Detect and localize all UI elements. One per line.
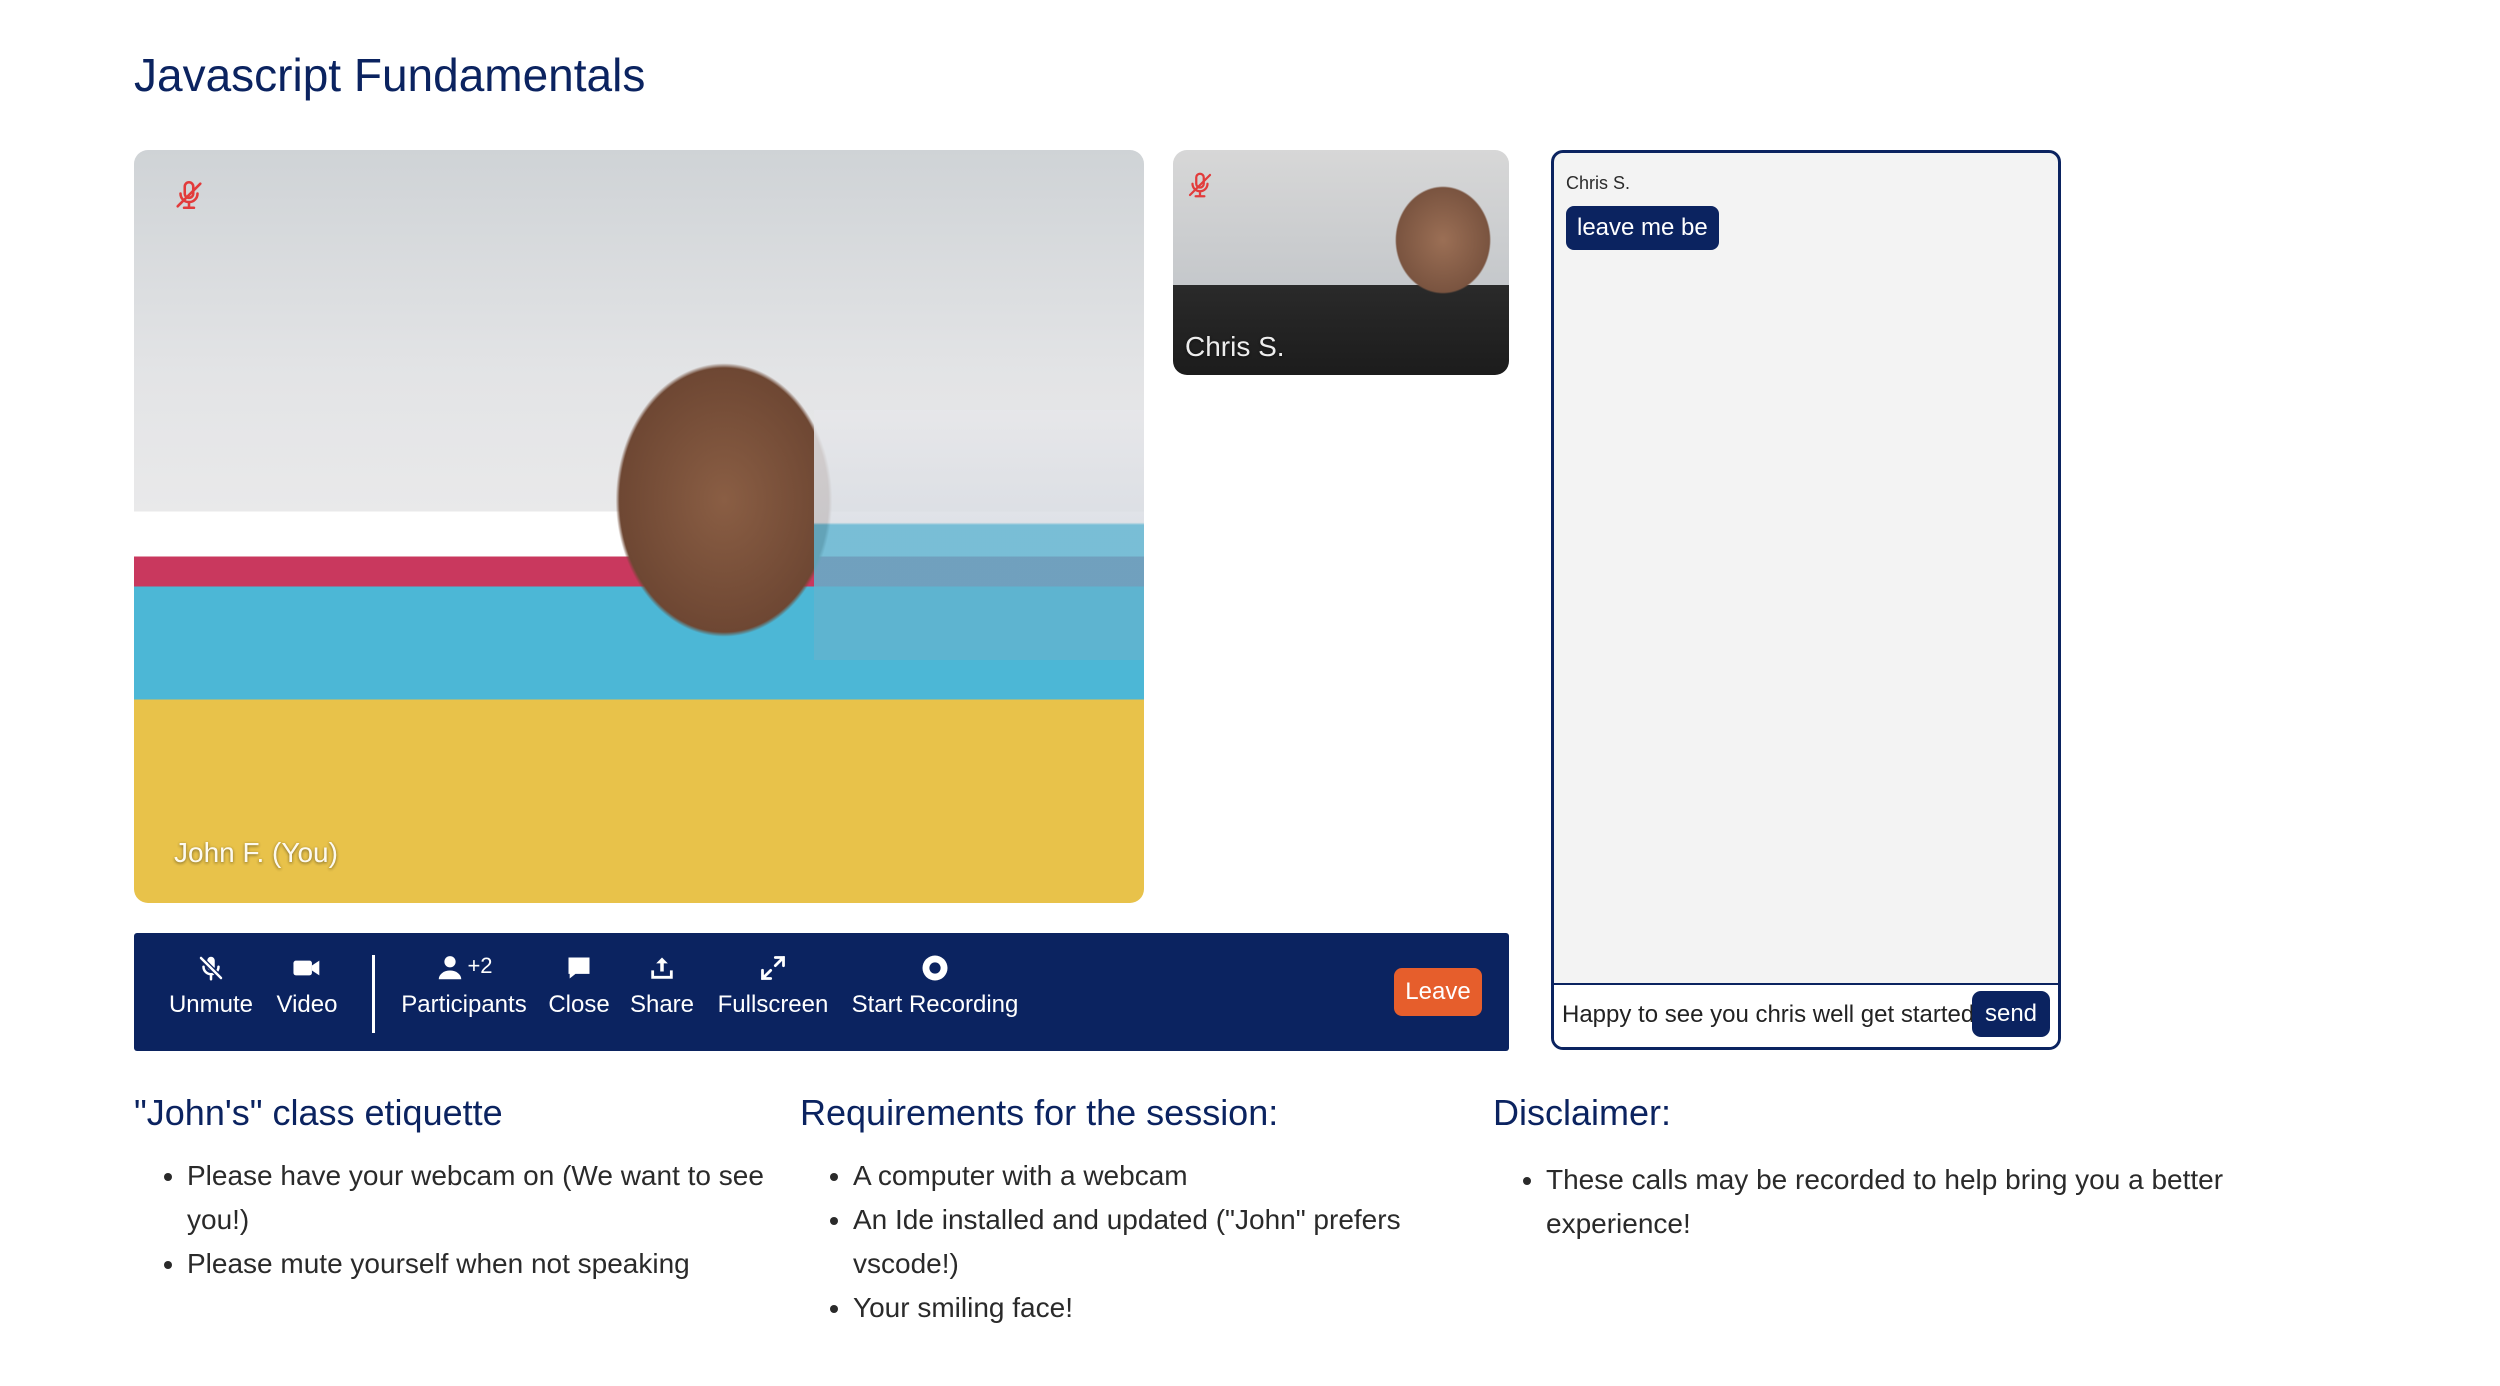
chat-message-bubble: leave me be xyxy=(1566,206,1719,250)
close-label: Close xyxy=(548,991,610,1018)
toolbar-divider xyxy=(372,955,375,1033)
etiquette-list: Please have your webcam on (We want to s… xyxy=(134,1154,794,1286)
chat-panel: Chris S. leave me be Happy to see you ch… xyxy=(1551,150,2061,1050)
main-video-tile: John F. (You) xyxy=(134,150,1144,903)
main-video-label: John F. (You) xyxy=(174,837,338,868)
share-label: Share xyxy=(629,991,695,1018)
mic-muted-icon xyxy=(176,180,202,210)
expand-icon xyxy=(761,956,785,980)
start-recording-label: Start Recording xyxy=(851,991,1019,1018)
disclaimer-section: Disclaimer: These calls may be recorded … xyxy=(1493,1092,2313,1246)
etiquette-heading: "John's" class etiquette xyxy=(134,1092,503,1133)
video-label: Video xyxy=(276,991,338,1018)
list-item: Please have your webcam on (We want to s… xyxy=(187,1154,794,1242)
participants-button[interactable]: +2 Participants xyxy=(396,953,532,1019)
participant-video-tile: Chris S. xyxy=(1173,150,1509,375)
start-recording-button[interactable]: Start Recording xyxy=(848,953,1022,1019)
requirements-section: Requirements for the session: A computer… xyxy=(800,1092,1460,1330)
participants-count: +2 xyxy=(467,953,493,978)
participants-icon xyxy=(439,956,462,980)
video-button[interactable]: Video xyxy=(271,953,343,1019)
list-item: Please mute yourself when not speaking xyxy=(187,1242,794,1286)
share-upload-icon xyxy=(651,957,673,979)
fullscreen-button[interactable]: Fullscreen xyxy=(714,953,832,1019)
meeting-toolbar: Unmute Video +2 Participants Close Share xyxy=(134,933,1509,1051)
etiquette-section: "John's" class etiquette Please have you… xyxy=(134,1092,794,1286)
unmute-button[interactable]: Unmute xyxy=(166,953,256,1019)
chat-input-row: Happy to see you chris well get started … xyxy=(1554,983,2058,1047)
unmute-label: Unmute xyxy=(168,991,254,1018)
mic-muted-icon xyxy=(1188,172,1212,198)
list-item: A computer with a webcam xyxy=(853,1154,1460,1198)
page-title: Javascript Fundamentals xyxy=(134,49,646,101)
fullscreen-label: Fullscreen xyxy=(717,991,829,1018)
participant-video-label: Chris S. xyxy=(1185,331,1285,362)
chat-message-input[interactable]: Happy to see you chris well get started xyxy=(1562,995,1982,1035)
chat-bubble-icon xyxy=(568,957,590,979)
participants-label: Participants xyxy=(401,991,527,1018)
mic-off-icon xyxy=(199,956,223,981)
list-item: Your smiling face! xyxy=(853,1286,1460,1330)
send-button[interactable]: send xyxy=(1972,991,2050,1037)
list-item: An Ide installed and updated ("John" pre… xyxy=(853,1198,1460,1286)
disclaimer-heading: Disclaimer: xyxy=(1493,1092,1672,1133)
share-button[interactable]: Share xyxy=(627,953,697,1019)
leave-button[interactable]: Leave xyxy=(1394,968,1482,1016)
chat-message-sender: Chris S. xyxy=(1566,173,1631,193)
requirements-heading: Requirements for the session: xyxy=(800,1092,1279,1133)
list-item: These calls may be recorded to help brin… xyxy=(1546,1158,2313,1246)
video-camera-icon xyxy=(293,960,320,976)
disclaimer-list: These calls may be recorded to help brin… xyxy=(1493,1158,2313,1246)
close-chat-button[interactable]: Close xyxy=(544,953,614,1019)
record-icon xyxy=(922,955,948,981)
requirements-list: A computer with a webcam An Ide installe… xyxy=(800,1154,1460,1330)
